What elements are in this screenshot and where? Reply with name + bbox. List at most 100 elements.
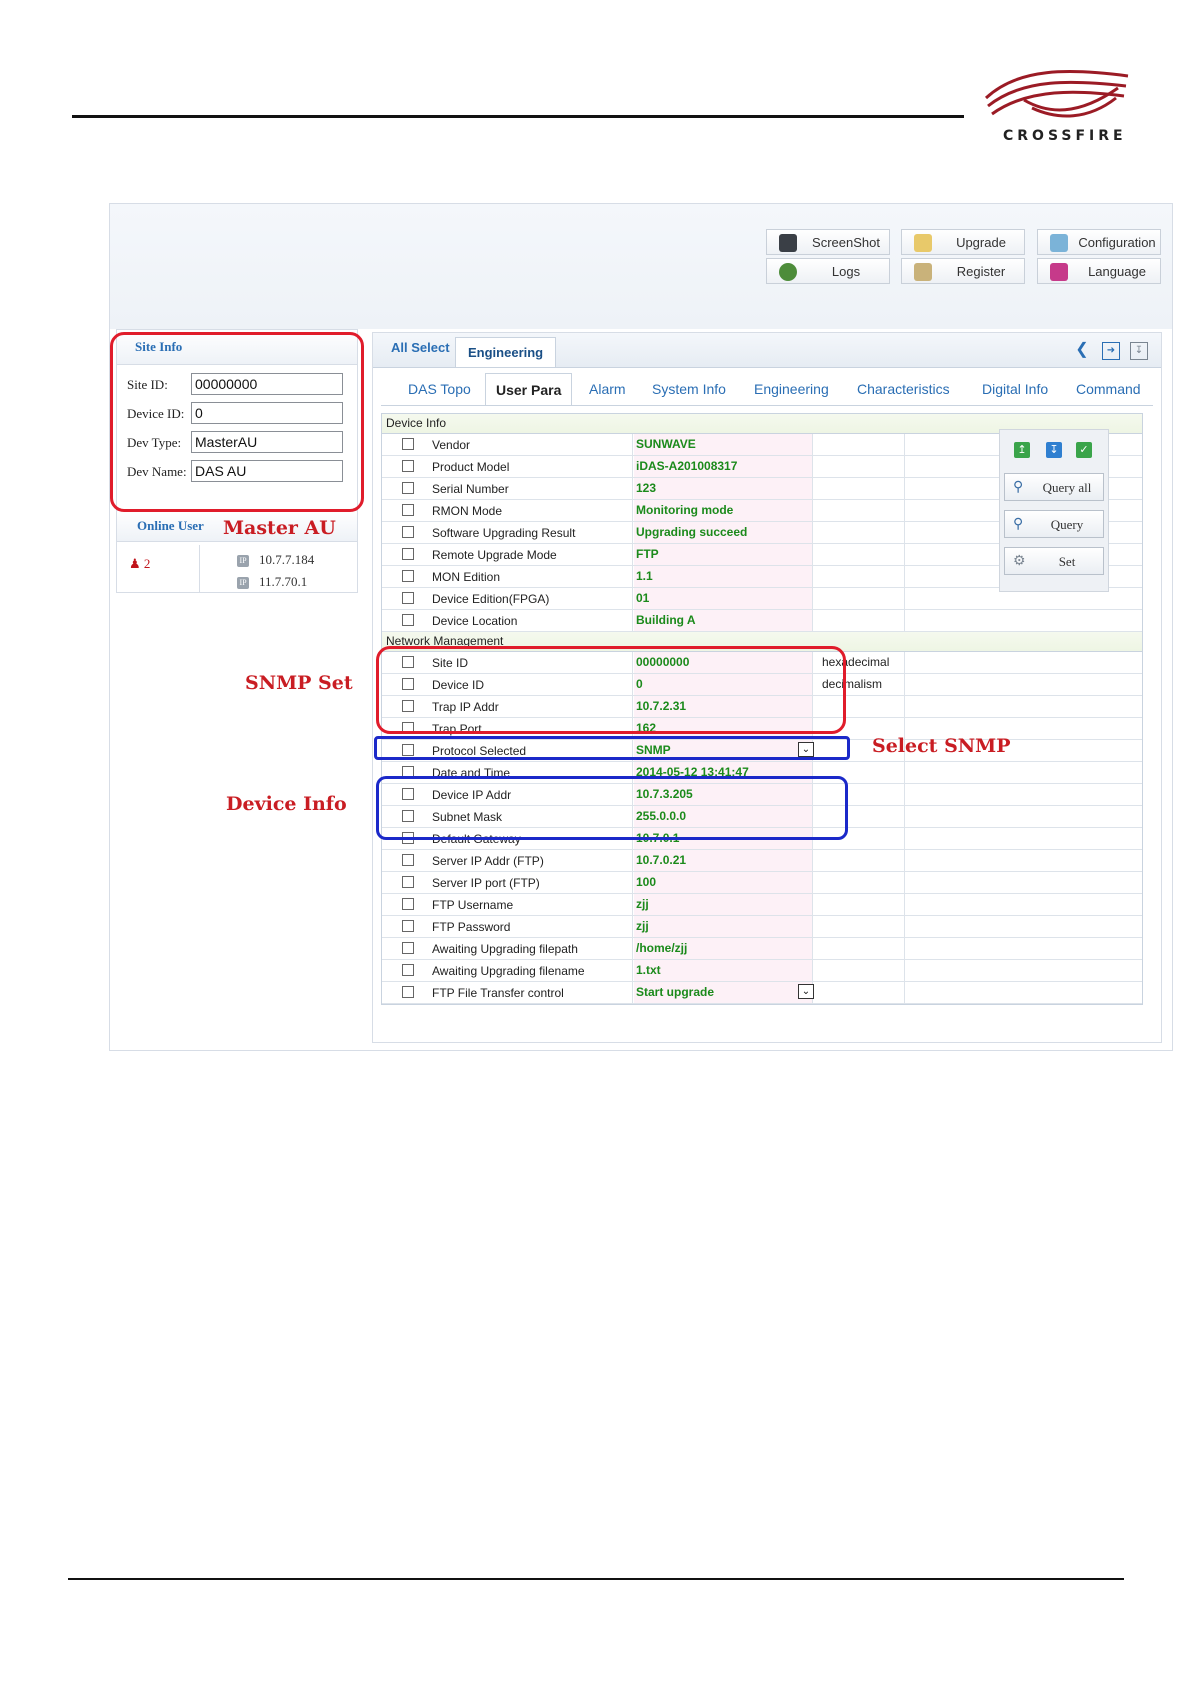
row-checkbox[interactable] [402, 986, 414, 998]
row-checkbox[interactable] [402, 570, 414, 582]
query-label: Query [1050, 517, 1084, 532]
row-checkbox[interactable] [402, 876, 414, 888]
cell-divider [632, 544, 633, 565]
cell-divider [812, 960, 813, 981]
param-value[interactable]: 1.txt [634, 960, 812, 981]
set-button[interactable]: ⚙ Set [1004, 547, 1104, 575]
online-user-ip-value: 10.7.7.184 [259, 552, 315, 567]
online-user-ip-value: 11.7.70.1 [259, 574, 308, 589]
tab-all-select[interactable]: All Select [391, 340, 450, 355]
cell-divider [812, 456, 813, 477]
table-row: Awaiting Upgrading filepath/home/zjj [382, 938, 1142, 960]
subtab-engineering[interactable]: Engineering [754, 381, 829, 397]
cell-divider [632, 960, 633, 981]
site-info-highlight [110, 332, 364, 512]
cell-divider [904, 872, 905, 893]
row-checkbox[interactable] [402, 548, 414, 560]
param-value[interactable]: Start upgrade [634, 982, 812, 1003]
footer-rule [68, 1578, 1124, 1580]
subtab-digital-info[interactable]: Digital Info [982, 381, 1048, 397]
table-row: FTP Password zjj [382, 916, 1142, 938]
param-value[interactable]: iDAS-A201008317 [634, 456, 812, 477]
cell-divider [904, 916, 905, 937]
row-checkbox[interactable] [402, 614, 414, 626]
gear-icon: ⚙ [1013, 554, 1026, 569]
register-button[interactable]: Register [901, 258, 1025, 284]
annotation-select-snmp: Select SNMP [872, 735, 1011, 757]
download-icon[interactable]: ↧ [1130, 342, 1148, 360]
cell-divider [812, 938, 813, 959]
param-value[interactable]: 100 [634, 872, 812, 893]
param-name: Product Model [432, 460, 510, 474]
param-value[interactable]: zjj [634, 916, 812, 937]
row-checkbox[interactable] [402, 504, 414, 516]
cell-divider [904, 456, 905, 477]
row-checkbox[interactable] [402, 920, 414, 932]
configuration-button[interactable]: Configuration [1037, 229, 1161, 255]
cell-divider [904, 806, 905, 827]
upload-icon[interactable]: ↥ [1014, 442, 1030, 458]
param-value[interactable]: zjj [634, 894, 812, 915]
param-value[interactable]: 01 [634, 588, 812, 609]
row-checkbox[interactable] [402, 854, 414, 866]
row-checkbox[interactable] [402, 460, 414, 472]
param-value[interactable]: /home/zjj [634, 938, 812, 959]
table-row: Awaiting Upgrading filename 1.txt [382, 960, 1142, 982]
row-checkbox[interactable] [402, 964, 414, 976]
online-user-count: ♟ 2 [129, 556, 150, 572]
app-window: ScreenShot Upgrade Configuration Logs Re… [109, 203, 1173, 1051]
param-value[interactable]: 10.7.0.21 [634, 850, 812, 871]
subtab-user-para[interactable]: User Para [485, 373, 573, 405]
cell-divider [812, 850, 813, 871]
ip-icon: IP [237, 555, 249, 568]
subtab-alarm[interactable]: Alarm [589, 381, 626, 397]
tab-engineering[interactable]: Engineering [455, 337, 557, 367]
param-value[interactable]: Monitoring mode [634, 500, 812, 521]
language-button[interactable]: Language [1037, 258, 1161, 284]
row-checkbox[interactable] [402, 942, 414, 954]
export-icon[interactable]: ➜ [1102, 342, 1120, 360]
param-value[interactable]: 123 [634, 478, 812, 499]
param-name: Server IP Addr (FTP) [432, 854, 544, 868]
cell-divider [812, 544, 813, 565]
cell-divider [904, 982, 905, 1003]
cell-divider [632, 982, 633, 1003]
configuration-icon [1050, 234, 1068, 252]
row-checkbox[interactable] [402, 898, 414, 910]
param-name: FTP File Transfer control [432, 986, 564, 1000]
logs-button[interactable]: Logs [766, 258, 890, 284]
param-value[interactable]: FTP [634, 544, 812, 565]
subtab-command[interactable]: Command [1076, 381, 1141, 397]
cell-divider [812, 500, 813, 521]
chevron-down-icon[interactable]: ⌄ [798, 984, 814, 999]
subtab-characteristics[interactable]: Characteristics [857, 381, 950, 397]
subtab-system-info[interactable]: System Info [652, 381, 726, 397]
cell-divider [632, 610, 633, 631]
check-icon[interactable]: ✓ [1076, 442, 1092, 458]
param-value[interactable]: 1.1 [634, 566, 812, 587]
table-row: Device Location Building A [382, 610, 1142, 632]
row-checkbox[interactable] [402, 438, 414, 450]
upgrade-button[interactable]: Upgrade [901, 229, 1025, 255]
table-row: Server IP Addr (FTP) 10.7.0.21 [382, 850, 1142, 872]
subtab-das-topo[interactable]: DAS Topo [408, 381, 471, 397]
upgrade-icon [914, 234, 932, 252]
subtab-divider [381, 405, 1153, 406]
screenshot-button[interactable]: ScreenShot [766, 229, 890, 255]
param-value[interactable]: Upgrading succeed [634, 522, 812, 543]
share-icon[interactable]: ❮ [1074, 342, 1090, 358]
param-name: FTP Username [432, 898, 514, 912]
cell-divider [632, 916, 633, 937]
query-button[interactable]: ⚲ Query [1004, 510, 1104, 538]
row-checkbox[interactable] [402, 592, 414, 604]
param-value[interactable]: SUNWAVE [634, 434, 812, 455]
param-value[interactable]: Building A [634, 610, 812, 631]
download-arrow-icon[interactable]: ↧ [1046, 442, 1062, 458]
row-checkbox[interactable] [402, 482, 414, 494]
annotation-master-au: Master AU [223, 517, 336, 539]
cell-divider [904, 784, 905, 805]
cell-divider [904, 434, 905, 455]
query-all-button[interactable]: ⚲ Query all [1004, 473, 1104, 501]
row-checkbox[interactable] [402, 526, 414, 538]
action-panel: ↥ ↧ ✓ ⚲ Query all ⚲ Query ⚙ Set [999, 429, 1109, 592]
